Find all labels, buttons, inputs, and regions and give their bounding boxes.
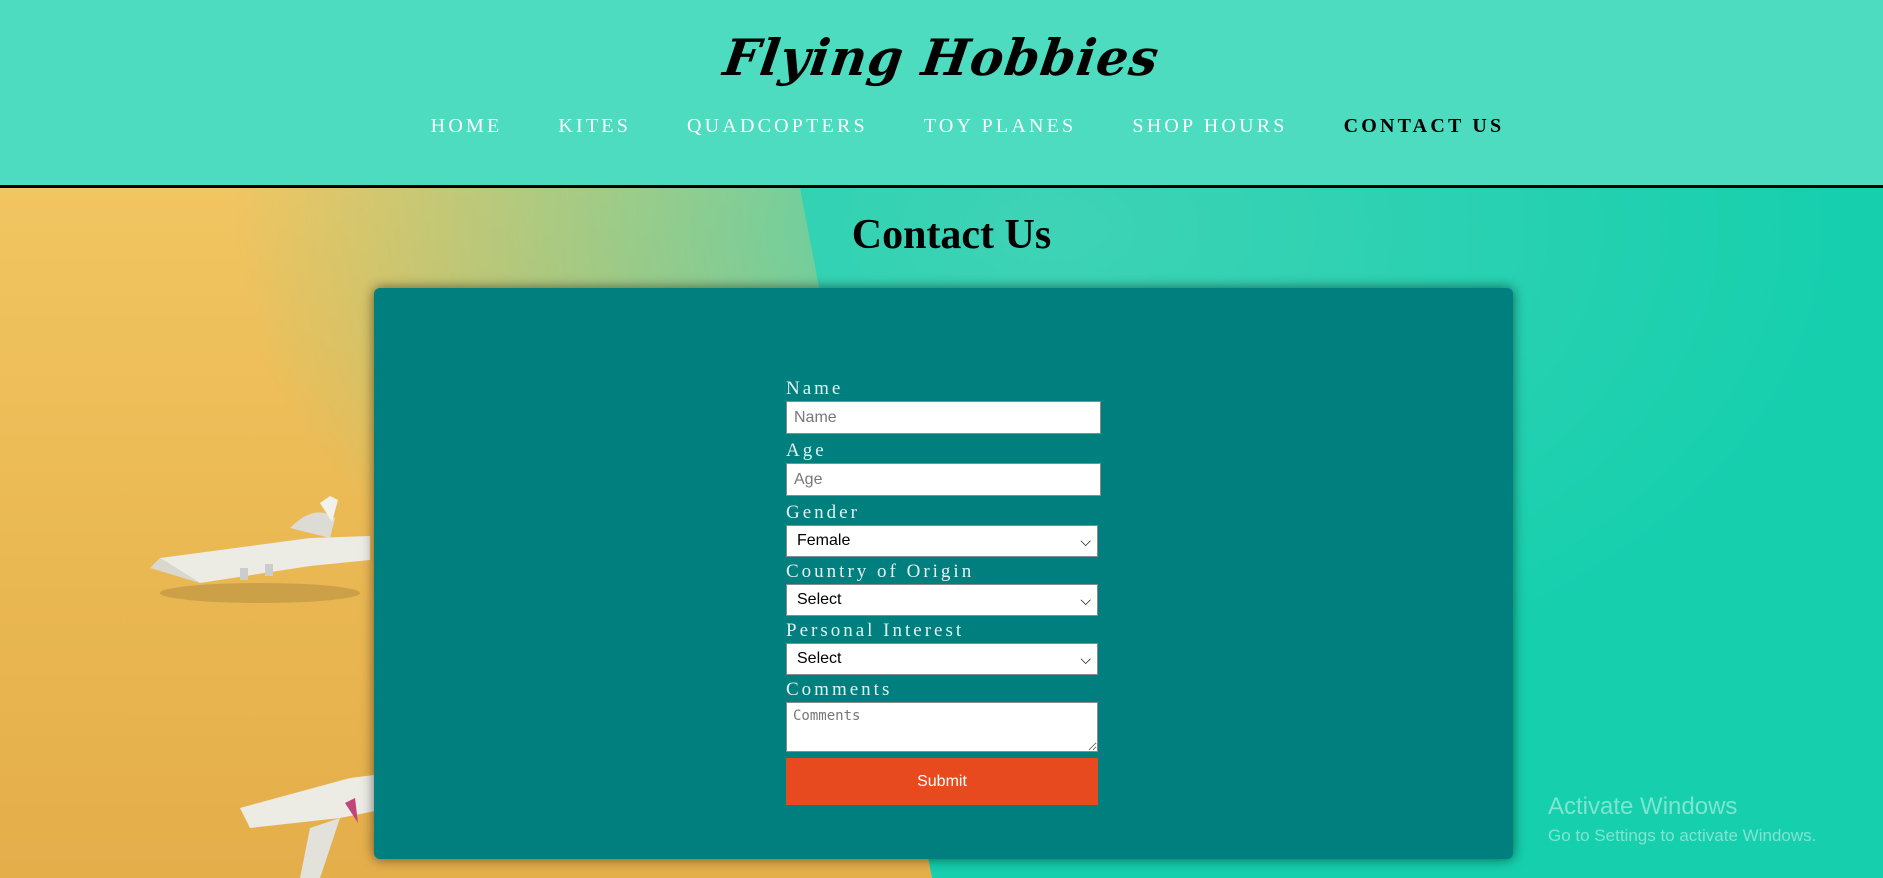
age-label: Age (786, 440, 827, 461)
nav-toy-planes[interactable]: TOY PLANES (924, 115, 1077, 138)
age-input[interactable] (786, 463, 1101, 496)
activate-windows-subtitle: Go to Settings to activate Windows. (1548, 826, 1817, 845)
country-label: Country of Origin (786, 561, 975, 582)
comments-textarea[interactable] (786, 702, 1098, 752)
submit-button[interactable]: Submit (786, 758, 1098, 805)
nav-shop-hours[interactable]: SHOP HOURS (1132, 115, 1287, 138)
name-label: Name (786, 378, 844, 399)
gender-label: Gender (786, 502, 860, 523)
nav-home[interactable]: HOME (431, 115, 503, 138)
nav-kites[interactable]: KITES (558, 115, 631, 138)
site-header: Flying Hobbies HOME KITES QUADCOPTERS TO… (0, 0, 1883, 188)
site-logo[interactable]: Flying Hobbies (0, 28, 1883, 87)
chevron-down-icon: ⌵ (1080, 651, 1091, 667)
interest-select[interactable]: Select ⌵ (786, 643, 1098, 675)
country-select-value: Select (797, 591, 842, 608)
toy-plane-image-2 (240, 773, 390, 878)
nav-contact-us[interactable]: CONTACT US (1344, 115, 1505, 138)
main-nav: HOME KITES QUADCOPTERS TOY PLANES SHOP H… (0, 115, 1883, 138)
page-title: Contact Us (851, 212, 1052, 258)
comments-label: Comments (786, 679, 893, 700)
chevron-down-icon: ⌵ (1080, 533, 1091, 549)
gender-select-value: Female (797, 532, 851, 549)
contact-form: Name Age Gender Female ⌵ Country of Orig… (786, 377, 1106, 805)
toy-plane-image (150, 496, 370, 603)
gender-select[interactable]: Female ⌵ (786, 525, 1098, 557)
chevron-down-icon: ⌵ (1080, 592, 1091, 608)
interest-label: Personal Interest (786, 620, 965, 641)
nav-quadcopters[interactable]: QUADCOPTERS (687, 115, 868, 138)
name-input[interactable] (786, 401, 1101, 434)
country-select[interactable]: Select ⌵ (786, 584, 1098, 616)
interest-select-value: Select (797, 650, 842, 667)
activate-windows-title: Activate Windows (1548, 793, 1738, 820)
